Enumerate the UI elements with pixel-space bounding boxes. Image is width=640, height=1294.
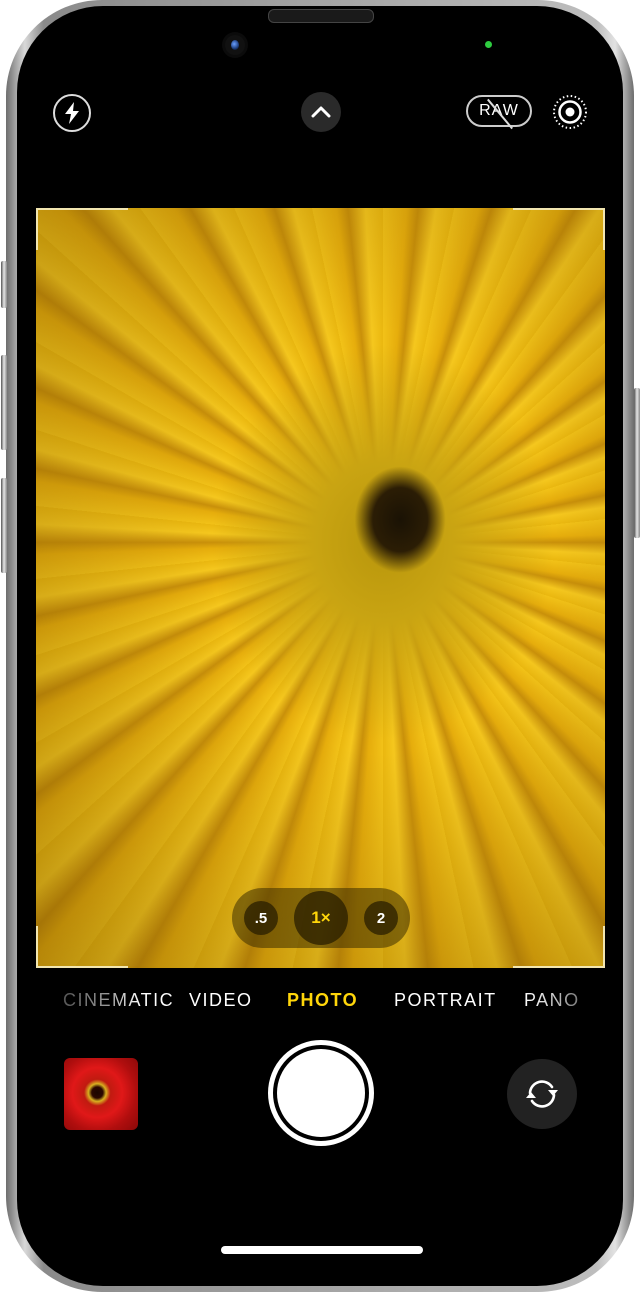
earpiece-speaker	[268, 9, 374, 23]
expand-controls-button[interactable]	[301, 92, 341, 132]
action-button	[1, 261, 7, 308]
live-photo-icon	[553, 95, 587, 129]
mode-selector: CINEMATIC VIDEO PHOTO PORTRAIT PANO	[0, 990, 640, 1020]
bolt-icon	[65, 102, 79, 124]
zoom-selector: .5 1× 2	[232, 888, 410, 948]
frame-corner	[36, 208, 128, 250]
mode-photo[interactable]: PHOTO	[287, 990, 358, 1011]
zoom-2x-button[interactable]: 2	[364, 901, 398, 935]
volume-down-button	[1, 478, 7, 573]
front-camera	[225, 35, 245, 55]
frame-corner	[513, 208, 605, 250]
flip-camera-button[interactable]	[507, 1059, 577, 1129]
zoom-0-5x-button[interactable]: .5	[244, 901, 278, 935]
frame-corner	[513, 926, 605, 968]
camera-in-use-indicator	[485, 41, 492, 48]
mode-cinematic[interactable]: CINEMATIC	[63, 990, 174, 1011]
mode-portrait[interactable]: PORTRAIT	[394, 990, 497, 1011]
chevron-up-icon	[311, 106, 331, 118]
side-button	[634, 388, 640, 538]
shutter-inner	[277, 1049, 365, 1137]
live-photo-button[interactable]	[552, 94, 588, 130]
camera-flip-icon	[526, 1080, 558, 1108]
frame-corner	[36, 926, 128, 968]
flash-button[interactable]	[53, 94, 91, 132]
shutter-button[interactable]	[268, 1040, 374, 1146]
mode-video[interactable]: VIDEO	[189, 990, 253, 1011]
home-indicator[interactable]	[221, 1246, 423, 1254]
raw-toggle[interactable]: RAW	[466, 95, 532, 130]
volume-up-button	[1, 355, 7, 450]
mode-pano[interactable]: PANO	[524, 990, 580, 1011]
viewfinder-vignette	[36, 208, 605, 968]
viewfinder[interactable]	[36, 208, 605, 968]
last-photo-thumbnail[interactable]	[64, 1058, 138, 1130]
zoom-1x-button[interactable]: 1×	[294, 891, 348, 945]
